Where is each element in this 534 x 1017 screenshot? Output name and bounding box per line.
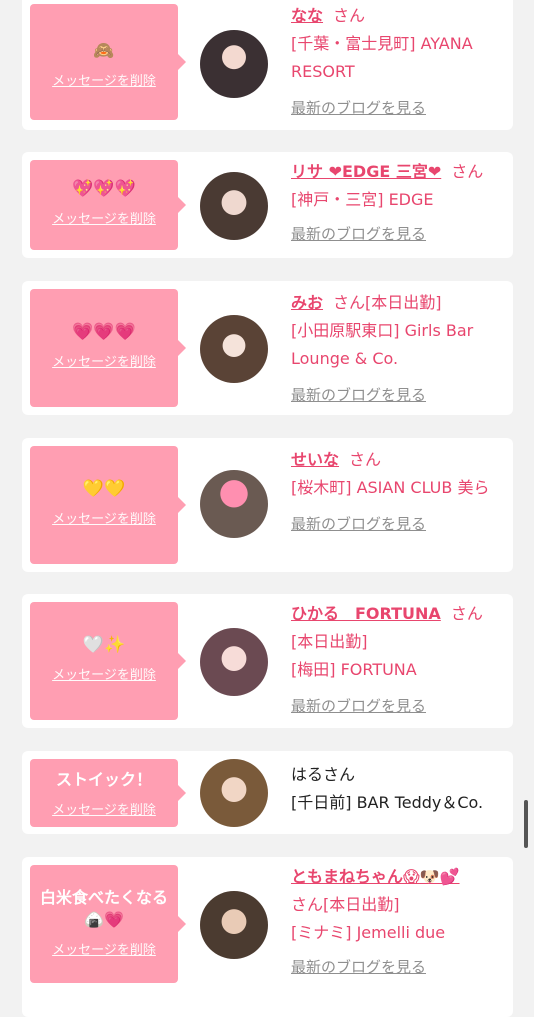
message-card: 💖💖💖 メッセージを削除 リサ ❤EDGE 三宮❤ さん [神戸・三宮] EDGE… xyxy=(22,152,513,258)
latest-blog-link[interactable]: 最新のブログを見る xyxy=(291,697,426,715)
message-bubble: 🤍✨ メッセージを削除 xyxy=(30,602,186,720)
delete-message-link[interactable]: メッセージを削除 xyxy=(30,351,178,370)
message-text: 白米食べたくなる🍙💗 xyxy=(39,888,168,929)
scrollbar[interactable] xyxy=(524,800,528,848)
shop-info: [桜木町] ASIAN CLUB 美ら xyxy=(291,478,490,497)
avatar[interactable] xyxy=(200,315,268,383)
shop-info: [神戸・三宮] EDGE xyxy=(291,190,434,209)
delete-message-link[interactable]: メッセージを削除 xyxy=(30,939,178,958)
delete-message-link[interactable]: メッセージを削除 xyxy=(30,799,178,818)
latest-blog-link[interactable]: 最新のブログを見る xyxy=(291,958,426,976)
cast-name-link[interactable]: なな xyxy=(291,6,323,25)
message-text: ストイック！ xyxy=(55,770,152,789)
avatar[interactable] xyxy=(200,891,268,959)
latest-blog-link[interactable]: 最新のブログを見る xyxy=(291,386,426,404)
message-text: 💖💖💖 xyxy=(72,179,136,199)
message-text: 💗💗💗 xyxy=(72,322,136,342)
latest-blog-link[interactable]: 最新のブログを見る xyxy=(291,225,426,243)
message-bubble: 白米食べたくなる🍙💗 メッセージを削除 xyxy=(30,865,186,983)
latest-blog-link[interactable]: 最新のブログを見る xyxy=(291,99,426,117)
shop-info: [千日前] BAR Teddy＆Co. xyxy=(291,793,484,812)
message-card: ストイック！ メッセージを削除 はるさん [千日前] BAR Teddy＆Co. xyxy=(22,751,513,834)
message-text: 🙈 xyxy=(93,41,115,61)
status-info: さん[本日出勤] xyxy=(291,895,400,914)
cast-name-link[interactable]: みお xyxy=(291,293,323,312)
honorific: さん[本日出勤] xyxy=(333,293,442,312)
shop-info: [千葉・富士見町] AYANA RESORT xyxy=(291,34,473,81)
delete-message-link[interactable]: メッセージを削除 xyxy=(30,208,178,227)
honorific: さん xyxy=(349,450,382,469)
message-bubble: ストイック！ メッセージを削除 xyxy=(30,759,186,827)
avatar[interactable] xyxy=(200,172,268,240)
delete-message-link[interactable]: メッセージを削除 xyxy=(30,508,178,527)
avatar[interactable] xyxy=(200,628,268,696)
message-bubble: 💖💖💖 メッセージを削除 xyxy=(30,160,186,250)
message-text: 💛💛 xyxy=(82,479,126,499)
message-card: 🤍✨ メッセージを削除 ひかる FORTUNA さん [本日出勤] [梅田] FO… xyxy=(22,594,513,728)
cast-name-link[interactable]: せいな xyxy=(291,450,339,469)
avatar[interactable] xyxy=(200,30,268,98)
cast-name-link[interactable]: ともまねちゃん😱🐶💕 xyxy=(291,867,460,886)
message-text: 🤍✨ xyxy=(82,635,126,655)
shop-info: [ミナミ] Jemelli due xyxy=(291,923,446,942)
message-card: 🙈 メッセージを削除 なな さん [千葉・富士見町] AYANA RESORT 最… xyxy=(22,0,513,130)
cast-name-link[interactable]: リサ ❤EDGE 三宮❤ xyxy=(291,162,441,181)
avatar[interactable] xyxy=(200,759,268,827)
avatar[interactable] xyxy=(200,470,268,538)
latest-blog-link[interactable]: 最新のブログを見る xyxy=(291,515,426,533)
message-bubble: 🙈 メッセージを削除 xyxy=(30,4,186,120)
status-info: [本日出勤] xyxy=(291,632,368,651)
delete-message-link[interactable]: メッセージを削除 xyxy=(30,664,178,683)
shop-info: [小田原駅東口] Girls Bar Lounge & Co. xyxy=(291,321,474,368)
message-card: 白米食べたくなる🍙💗 メッセージを削除 ともまねちゃん😱🐶💕 さん[本日出勤] … xyxy=(22,857,513,1017)
honorific: さん xyxy=(451,162,484,181)
honorific: さん xyxy=(450,604,483,623)
message-card: 💗💗💗 メッセージを削除 みお さん[本日出勤] [小田原駅東口] Girls B… xyxy=(22,281,513,415)
cast-name-link[interactable]: ひかる FORTUNA xyxy=(291,604,441,623)
cast-name: はるさん xyxy=(291,765,356,784)
shop-info: [梅田] FORTUNA xyxy=(291,660,417,679)
message-card: 💛💛 メッセージを削除 せいな さん [桜木町] ASIAN CLUB 美ら 最新… xyxy=(22,438,513,572)
delete-message-link[interactable]: メッセージを削除 xyxy=(30,70,178,89)
message-bubble: 💗💗💗 メッセージを削除 xyxy=(30,289,186,407)
honorific: さん xyxy=(333,6,366,25)
message-bubble: 💛💛 メッセージを削除 xyxy=(30,446,186,564)
